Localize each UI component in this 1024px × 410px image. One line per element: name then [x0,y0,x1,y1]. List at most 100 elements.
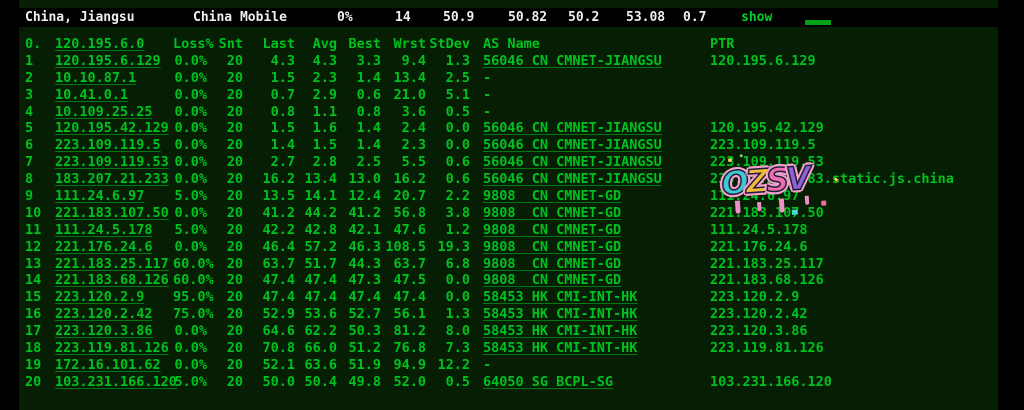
stdev-cell: 6.8 [426,256,470,273]
asname-cell[interactable]: 9808 CN CMNET-GD [483,256,710,273]
asname-cell[interactable]: 58453 HK CMI-INT-HK [483,323,710,340]
ip-cell[interactable]: 120.195.6.0 [55,36,173,53]
hop-cell: 19 [25,357,55,374]
snt-cell: 20 [207,154,243,171]
ip-cell[interactable]: 221.183.107.50 [55,205,173,222]
asname-cell[interactable]: 64050 SG BCPL-SG [483,374,710,391]
ptr-cell: 221.176.24.6 [710,239,1019,256]
mtr-row: 11111.24.5.1785.0%2042.242.842.147.61.29… [19,222,1019,239]
best-cell: 42.1 [337,222,381,239]
best-cell: 47.4 [337,289,381,306]
wrst-cell: Wrst [381,36,426,53]
wrst-cell: 56.8 [381,205,426,222]
asname-cell[interactable]: 58453 HK CMI-INT-HK [483,306,710,323]
last-cell: 16.2 [243,171,295,188]
last-cell: 13.5 [243,188,295,205]
asname-cell[interactable]: 56046 CN CMNET-JIANGSU [483,137,710,154]
hop-cell: 5 [25,120,55,137]
snt-cell: 20 [207,289,243,306]
ip-cell[interactable]: 120.195.6.129 [55,53,173,70]
last-cell: 1.4 [243,137,295,154]
ip-cell[interactable]: 10.41.0.1 [55,87,173,104]
avg-cell: 1.1 [295,104,337,121]
mtr-row: 8183.207.21.2330.0%2016.213.413.016.20.6… [19,171,1019,188]
ip-cell[interactable]: 183.207.21.233 [55,171,173,188]
avg-cell: 2.8 [295,154,337,171]
avg-cell: 14.1 [295,188,337,205]
snt-cell: 20 [207,104,243,121]
asname-cell[interactable]: 56046 CN CMNET-JIANGSU [483,154,710,171]
best-cell: 51.9 [337,357,381,374]
asname-cell[interactable]: 9808 CN CMNET-GD [483,222,710,239]
ip-cell[interactable]: 223.119.81.126 [55,340,173,357]
stdev-cell: 0.6 [426,154,470,171]
asname-cell[interactable]: 58453 HK CMI-INT-HK [483,289,710,306]
ip-cell[interactable]: 111.24.5.178 [55,222,173,239]
best-cell: 1.4 [337,120,381,137]
asname-cell[interactable]: 56046 CN CMNET-JIANGSU [483,53,710,70]
best-cell: 12.4 [337,188,381,205]
avg-cell: 66.0 [295,340,337,357]
ip-cell[interactable]: 221.183.25.117 [55,256,173,273]
avg-cell: 50.4 [295,374,337,391]
ip-cell[interactable]: 223.109.119.5 [55,137,173,154]
stdev-cell: 1.2 [426,222,470,239]
best-cell: 1.4 [337,70,381,87]
wrst-cell: 16.2 [381,171,426,188]
ptr-cell: 223.109.119.53 [710,154,1019,171]
best-cell: Best [337,36,381,53]
asname-cell[interactable]: 9808 CN CMNET-GD [483,205,710,222]
last-cell: 47.4 [243,272,295,289]
ptr-cell: 111.24.6.97 [710,188,1019,205]
mtr-row: 20103.231.166.1205.0%2050.050.449.852.00… [19,374,1019,391]
wrst-cell: 47.5 [381,272,426,289]
ip-cell[interactable]: 172.16.101.62 [55,357,173,374]
wrst-cell: 2.4 [381,120,426,137]
wrst-cell: 13.4 [381,70,426,87]
mtr-row: 10221.183.107.500.0%2041.244.241.256.83.… [19,205,1019,222]
asname-cell[interactable]: 9808 CN CMNET-GD [483,188,710,205]
ip-cell[interactable]: 223.120.2.9 [55,289,173,306]
asname-cell[interactable]: 56046 CN CMNET-JIANGSU [483,171,710,188]
status-bar: China, Jiangsu China Mobile 0%1450.950.8… [0,8,1024,27]
ip-cell[interactable]: 223.120.3.86 [55,323,173,340]
ptr-cell: 223.120.2.42 [710,306,1019,323]
loss-cell: 0.0% [173,171,207,188]
snt-cell: 20 [207,205,243,222]
avg-cell: 51.7 [295,256,337,273]
avg-cell: 63.6 [295,357,337,374]
asname-cell[interactable]: 9808 CN CMNET-GD [483,239,710,256]
mtr-row: 15223.120.2.995.0%2047.447.447.447.40.05… [19,289,1019,306]
ip-cell[interactable]: 10.10.87.1 [55,70,173,87]
loss-cell: 0.0% [173,239,207,256]
snt-cell: 20 [207,222,243,239]
mtr-row: 19172.16.101.620.0%2052.163.651.994.912.… [19,357,1019,374]
ip-cell[interactable]: 223.120.2.42 [55,306,173,323]
asname-cell[interactable]: 56046 CN CMNET-JIANGSU [483,120,710,137]
hop-cell: 1 [25,53,55,70]
stat-value: 50.82 [508,8,547,27]
show-link[interactable]: show [741,8,772,27]
best-cell: 0.8 [337,104,381,121]
asname-cell[interactable]: 58453 HK CMI-INT-HK [483,340,710,357]
stdev-cell: 8.0 [426,323,470,340]
ip-cell[interactable]: 223.109.119.53 [55,154,173,171]
stdev-cell: 19.3 [426,239,470,256]
snt-cell: 20 [207,323,243,340]
stat-value: 0% [337,8,353,27]
best-cell: 52.7 [337,306,381,323]
hop-cell: 2 [25,70,55,87]
ip-cell[interactable]: 103.231.166.120 [55,374,173,391]
ip-cell[interactable]: 221.176.24.6 [55,239,173,256]
stat-value: 0.7 [683,8,706,27]
ip-cell[interactable]: 111.24.6.97 [55,188,173,205]
wrst-cell: 52.0 [381,374,426,391]
ip-cell[interactable]: 221.183.68.126 [55,272,173,289]
hop-cell: 7 [25,154,55,171]
ip-cell[interactable]: 10.109.25.25 [55,104,173,121]
avg-cell: 53.6 [295,306,337,323]
ip-cell[interactable]: 120.195.42.129 [55,120,173,137]
snt-cell: 20 [207,340,243,357]
asname-cell[interactable]: 9808 CN CMNET-GD [483,272,710,289]
mtr-row: 1120.195.6.1290.0%204.34.33.39.41.356046… [19,53,1019,70]
